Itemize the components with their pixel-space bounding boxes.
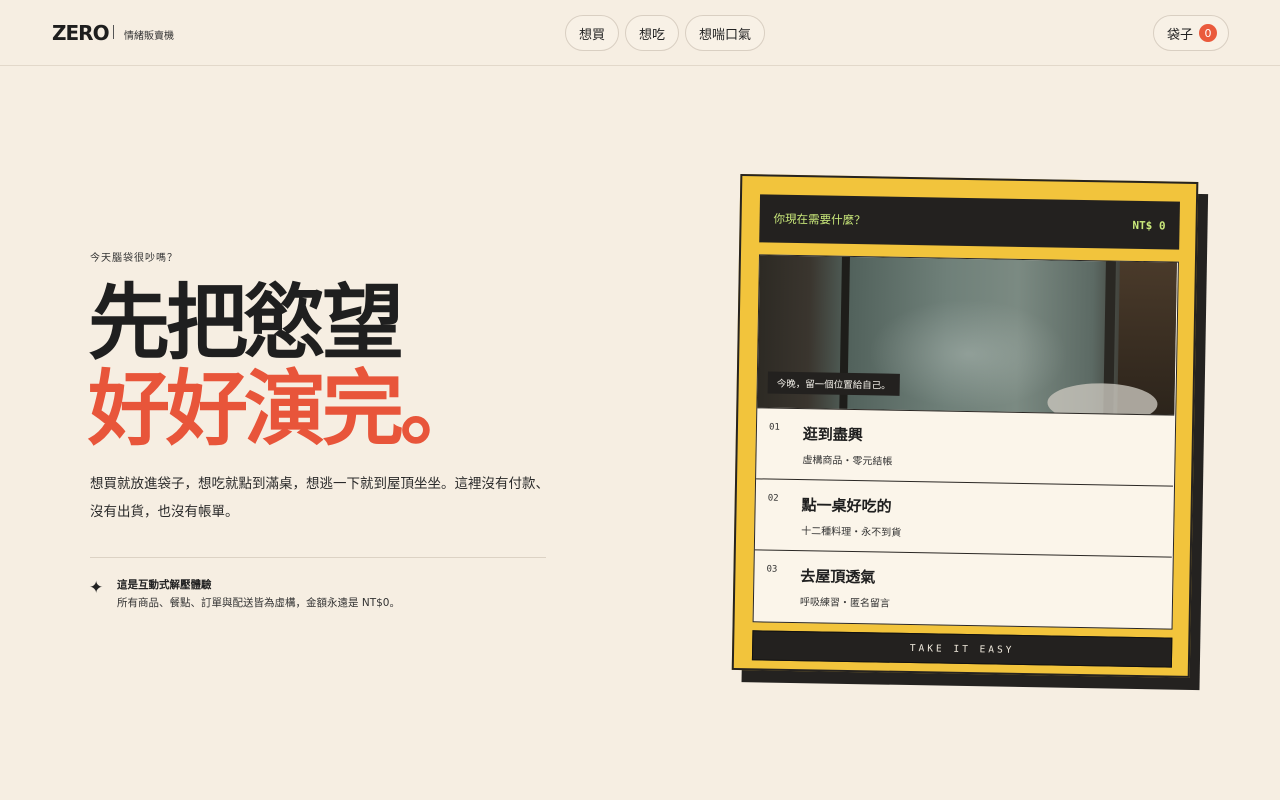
sparkle-icon: ✦ <box>89 578 104 598</box>
item-title: 去屋頂透氣 <box>800 567 876 587</box>
bag-label: 袋子 <box>1167 27 1194 43</box>
list-item[interactable]: 03 去屋頂透氣 呼吸練習・匿名留言 <box>753 549 1172 628</box>
photo-caption: 今晚，留一個位置給自己。 <box>767 371 900 396</box>
menu-card: 你現在需要什麼？ NT$ 0 今晚，留一個位置給自己。 01 逛到盡興 虛構商品… <box>731 174 1209 691</box>
item-number: 03 <box>766 564 778 575</box>
logo-divider <box>113 25 114 39</box>
card-frame: 你現在需要什麼？ NT$ 0 今晚，留一個位置給自己。 01 逛到盡興 虛構商品… <box>731 174 1199 678</box>
hero-divider <box>90 557 546 558</box>
logo[interactable]: ZERO <box>52 21 110 45</box>
card-header: 你現在需要什麼？ NT$ 0 <box>759 194 1180 250</box>
window-rain-photo: 今晚，留一個位置給自己。 <box>757 255 1177 415</box>
card-body: 今晚，留一個位置給自己。 01 逛到盡興 虛構商品・零元結帳 02 點一桌好吃的… <box>752 254 1179 630</box>
card-total: NT$ 0 <box>1132 218 1166 232</box>
logo-subtitle: 情緒販賣機 <box>124 31 174 42</box>
hero-description: 想買就放進袋子，想吃就點到滿桌，想逃一下就到屋頂坐坐。這裡沒有付款、沒有出貨，也… <box>90 476 549 520</box>
item-subtitle: 十二種料理・永不到貨 <box>801 526 902 539</box>
top-bar: ZERO 情緒販賣機 想買 想吃 想喘口氣 袋子 0 <box>0 0 1280 66</box>
list-item[interactable]: 01 逛到盡興 虛構商品・零元結帳 <box>756 407 1175 486</box>
item-number: 01 <box>768 422 780 433</box>
bag-button[interactable]: 袋子 0 <box>1153 15 1229 51</box>
hero-eyebrow: 今天腦袋很吵嗎？ <box>90 253 178 264</box>
item-subtitle: 呼吸練習・匿名留言 <box>799 597 891 610</box>
headline-line-2: 好好演完。 <box>88 361 482 457</box>
headline-line-1: 先把慾望 <box>88 275 404 371</box>
nav-breathe[interactable]: 想喘口氣 <box>685 15 766 51</box>
take-it-easy-button[interactable]: TAKE IT EASY <box>751 630 1173 668</box>
list-item[interactable]: 02 點一桌好吃的 十二種料理・永不到貨 <box>754 478 1174 557</box>
item-title: 逛到盡興 <box>802 425 864 445</box>
hero-headline: 先把慾望 好好演完。 <box>88 275 482 457</box>
main-nav: 想買 想吃 想喘口氣 <box>565 15 766 51</box>
item-title: 點一桌好吃的 <box>801 496 892 516</box>
note-text: 所有商品、餐點、訂單與配送皆為虛構，金額永遠是 NT$0。 <box>117 597 400 609</box>
note-title: 這是互動式解壓體驗 <box>117 579 212 591</box>
menu-list: 01 逛到盡興 虛構商品・零元結帳 02 點一桌好吃的 十二種料理・永不到貨 0… <box>753 407 1175 628</box>
card-prompt: 你現在需要什麼？ <box>773 211 866 228</box>
nav-want-buy[interactable]: 想買 <box>565 15 620 51</box>
item-subtitle: 虛構商品・零元結帳 <box>802 455 893 468</box>
nav-want-eat[interactable]: 想吃 <box>625 15 680 51</box>
bag-count-badge: 0 <box>1199 24 1218 42</box>
item-number: 02 <box>767 493 779 504</box>
